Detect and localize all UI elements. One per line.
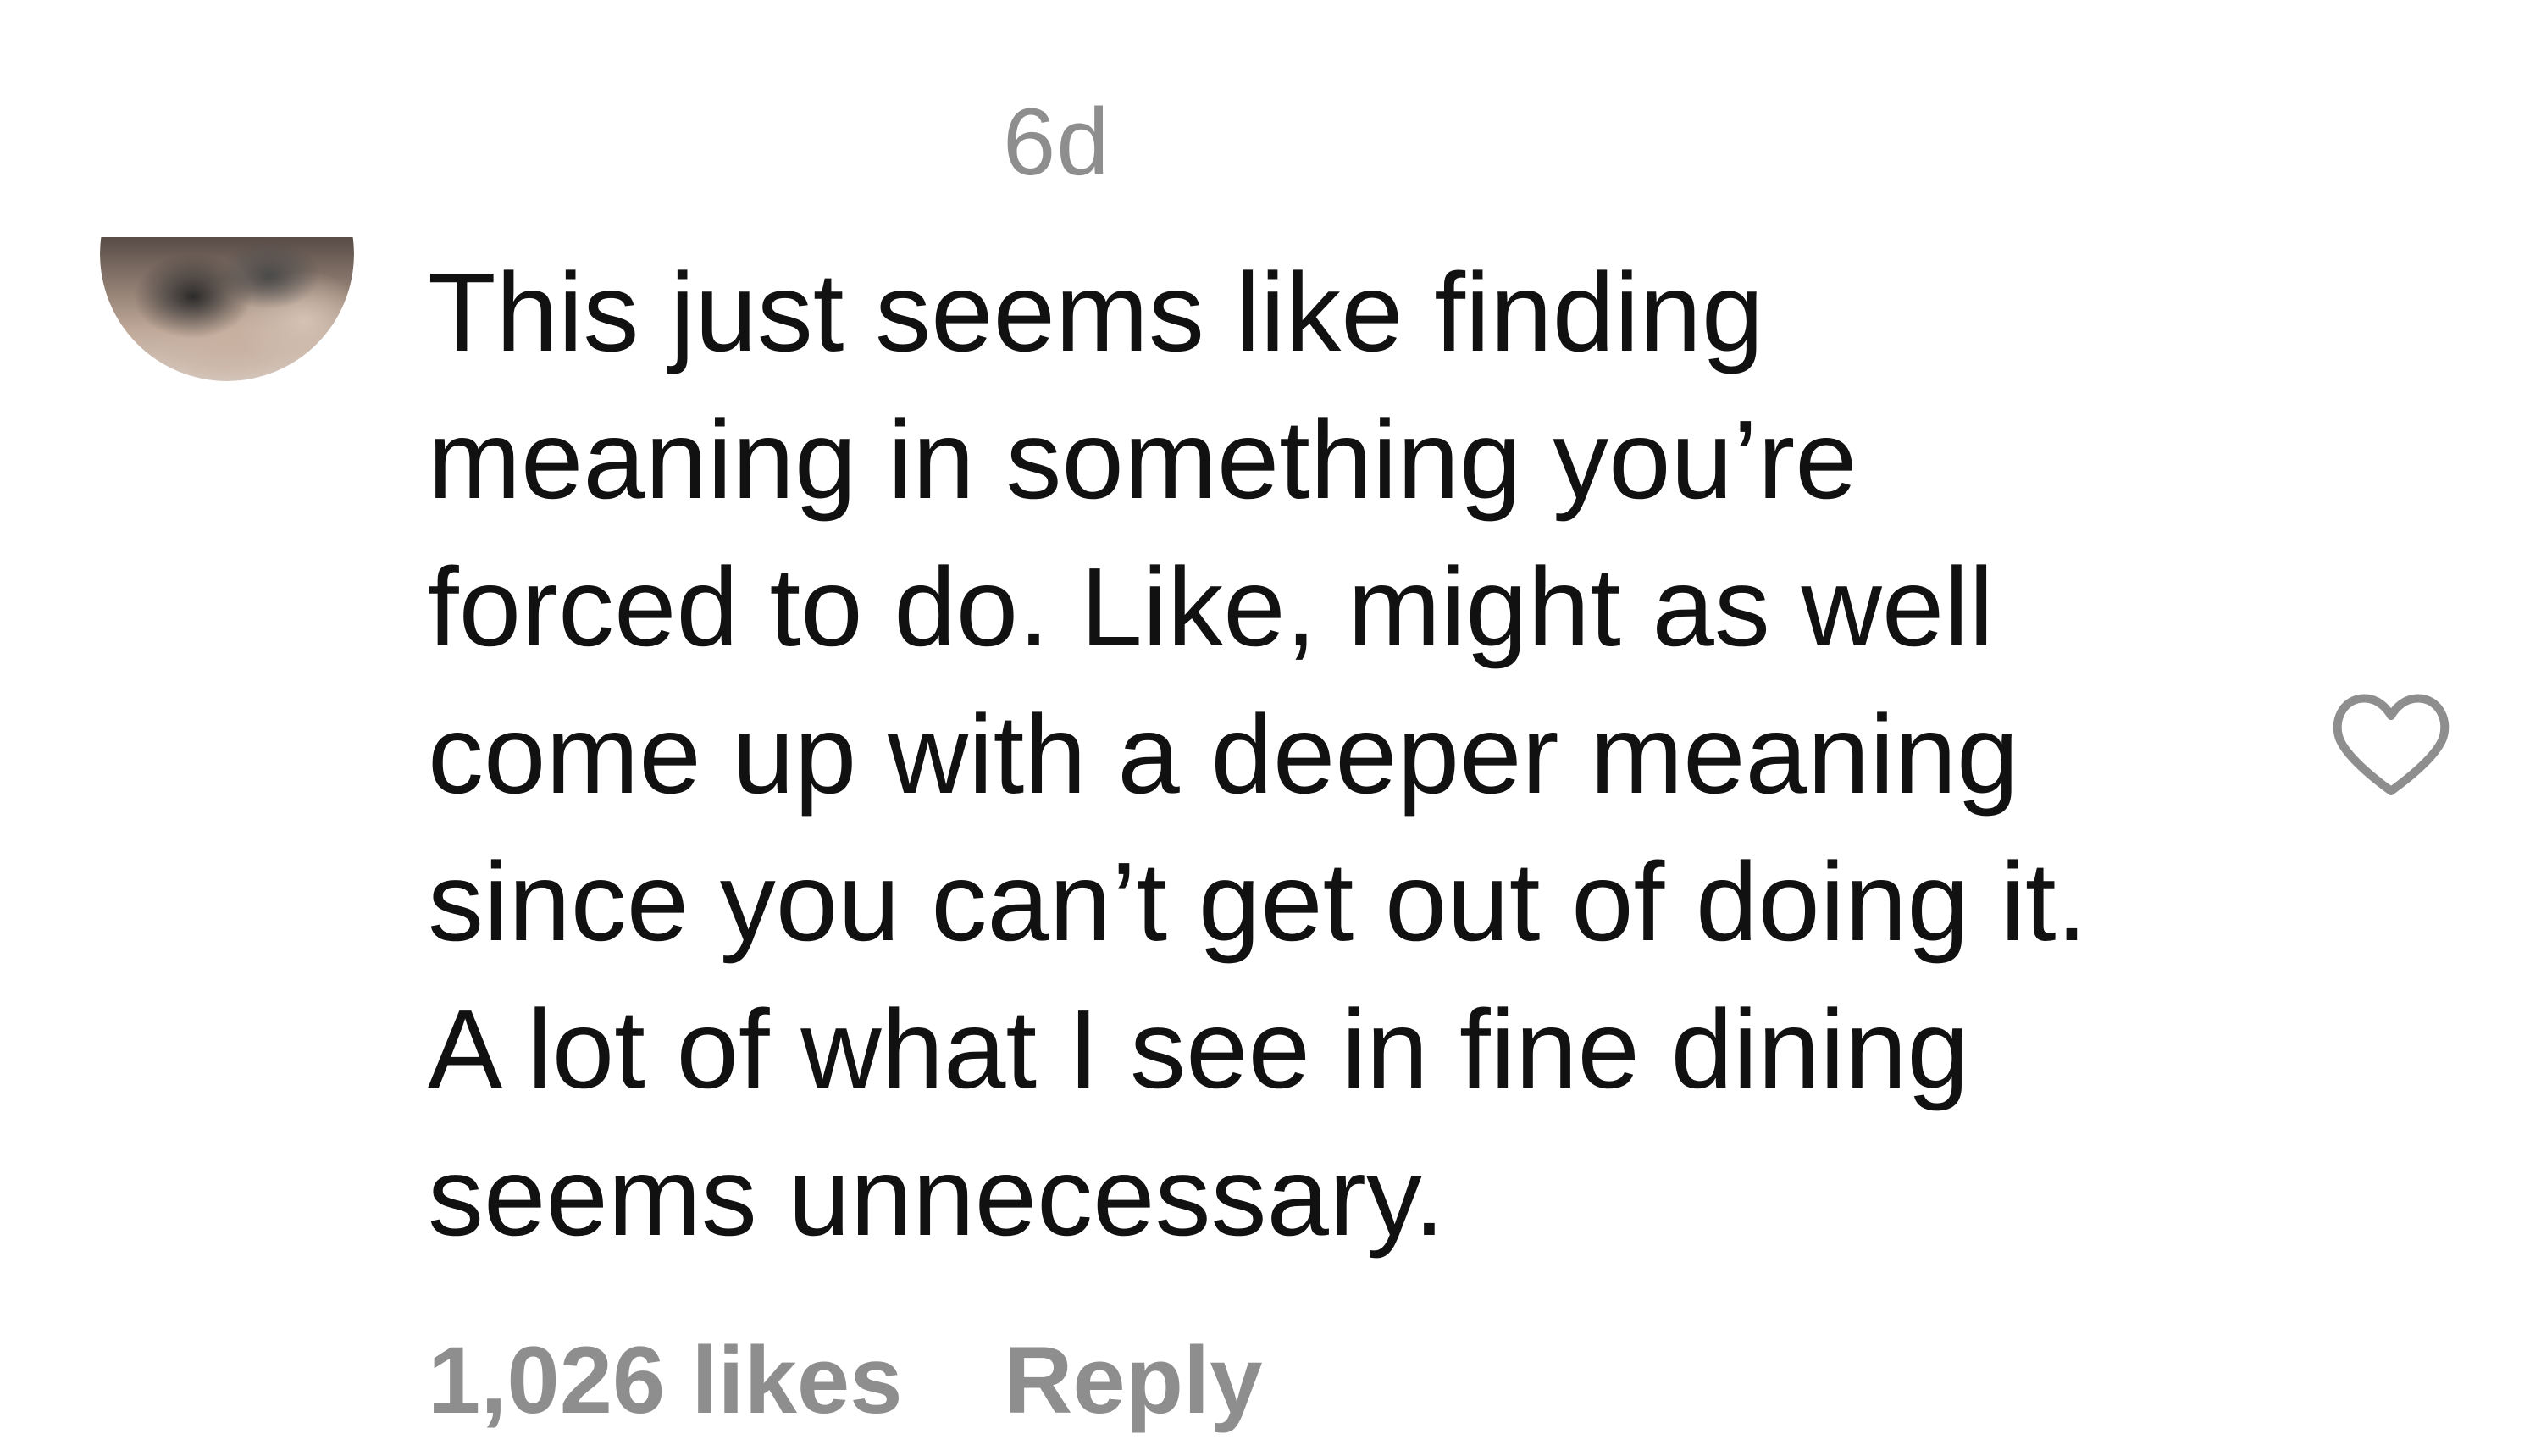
comment-text: This just seems like finding meaning in … (428, 239, 2325, 1271)
reply-button[interactable]: Reply (1005, 1330, 1263, 1431)
comment-text-line: seems unnecessary. (428, 1134, 1445, 1259)
avatar-image (100, 237, 354, 381)
comment-text-line: This just seems like finding (428, 250, 1764, 374)
comment-text-line: A lot of what I see in fine dining (428, 987, 1969, 1111)
likes-count-button[interactable]: 1,026 likes (428, 1330, 903, 1431)
comment-text-line: meaning in something you’re (428, 397, 1857, 522)
like-button[interactable] (2328, 683, 2455, 801)
comment-actions: 1,026 likes Reply (428, 1330, 1263, 1431)
heart-outline-icon (2333, 694, 2450, 795)
comment-text-line: since you can’t get out of doing it. (428, 839, 2088, 964)
comment-item: 6d This just seems like finding meaning … (0, 0, 2541, 1456)
comment-text-line: forced to do. Like, might as well (428, 545, 1994, 669)
comment-text-line: come up with a deeper meaning (428, 692, 2019, 817)
avatar[interactable] (100, 237, 354, 381)
comment-timestamp[interactable]: 6d (1003, 91, 1110, 193)
